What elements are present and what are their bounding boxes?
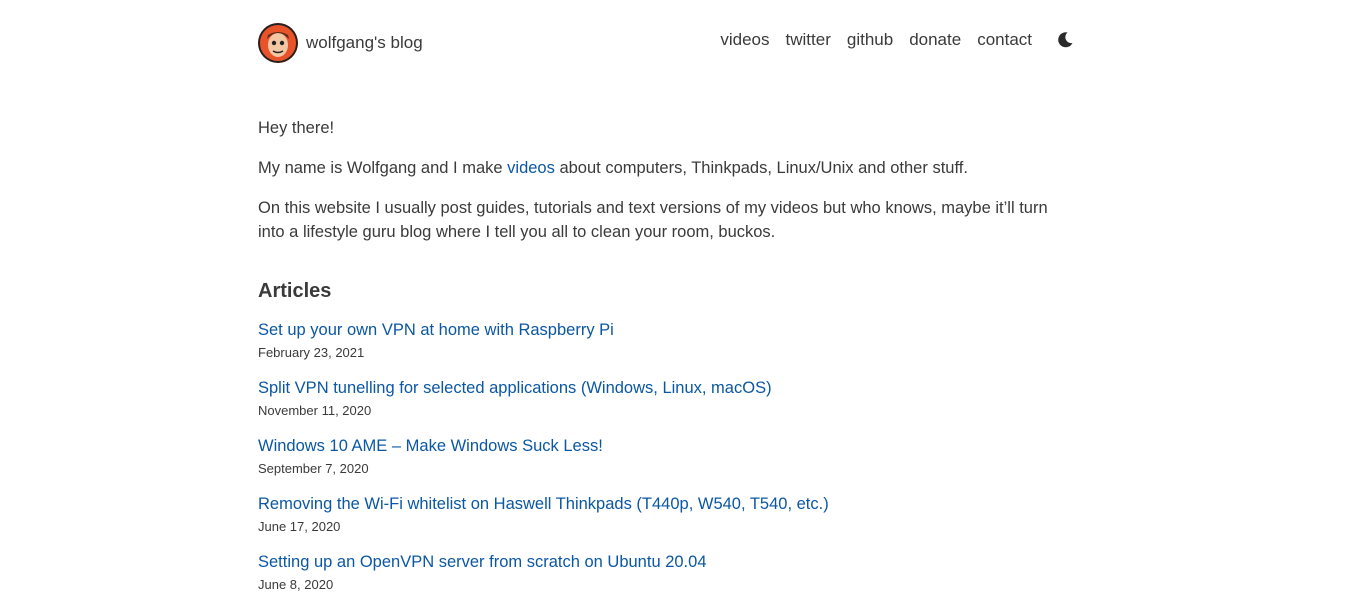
article-date: June 8, 2020 [258,577,334,592]
nav-donate[interactable]: donate [909,30,961,50]
list-item: Set up your own VPN at home with Raspber… [258,318,1074,376]
moon-icon[interactable] [1056,31,1074,49]
article-link[interactable]: Setting up an OpenVPN server from scratc… [258,550,1074,574]
greeting: Hey there! [258,119,335,137]
nav-github[interactable]: github [847,30,893,50]
article-date: February 23, 2021 [258,345,365,360]
article-date: September 7, 2020 [258,461,369,476]
intro: Hey there! My name is Wolfgang and I mak… [258,116,1074,244]
home-link[interactable]: wolfgang's blog [258,23,423,63]
list-item: Removing the Wi-Fi whitelist on Haswell … [258,492,1074,550]
nav-videos[interactable]: videos [720,30,769,50]
page: wolfgang's blog videos twitter github do… [0,0,1349,615]
article-link[interactable]: Removing the Wi-Fi whitelist on Haswell … [258,492,1074,516]
site-title: wolfgang's blog [306,33,423,52]
nav-twitter[interactable]: twitter [786,30,831,50]
site-header: wolfgang's blog videos twitter github do… [258,23,1074,63]
avatar [258,23,298,63]
article-link[interactable]: Split VPN tunelling for selected applica… [258,376,1074,400]
article-date: November 11, 2020 [258,403,372,418]
list-item: Setting up an OpenVPN server from scratc… [258,550,1074,608]
articles-heading: Articles [258,280,332,302]
list-item: Split VPN tunelling for selected applica… [258,376,1074,434]
intro-text-before: My name is Wolfgang and I make [258,159,508,177]
article-list: Set up your own VPN at home with Raspber… [258,318,1074,608]
nav-contact[interactable]: contact [977,30,1032,50]
article-link[interactable]: Windows 10 AME – Make Windows Suck Less! [258,434,1074,458]
intro-text-after: about computers, Thinkpads, Linux/Unix a… [554,159,968,177]
article-date: June 17, 2020 [258,519,341,534]
main-nav: videos twitter github donate contact [720,30,1074,50]
videos-link[interactable]: videos [507,159,555,177]
intro-line: My name is Wolfgang and I make videos ab… [258,156,1074,180]
list-item: Windows 10 AME – Make Windows Suck Less!… [258,434,1074,492]
intro-description: On this website I usually post guides, t… [258,199,1048,241]
article-link[interactable]: Set up your own VPN at home with Raspber… [258,318,1074,342]
